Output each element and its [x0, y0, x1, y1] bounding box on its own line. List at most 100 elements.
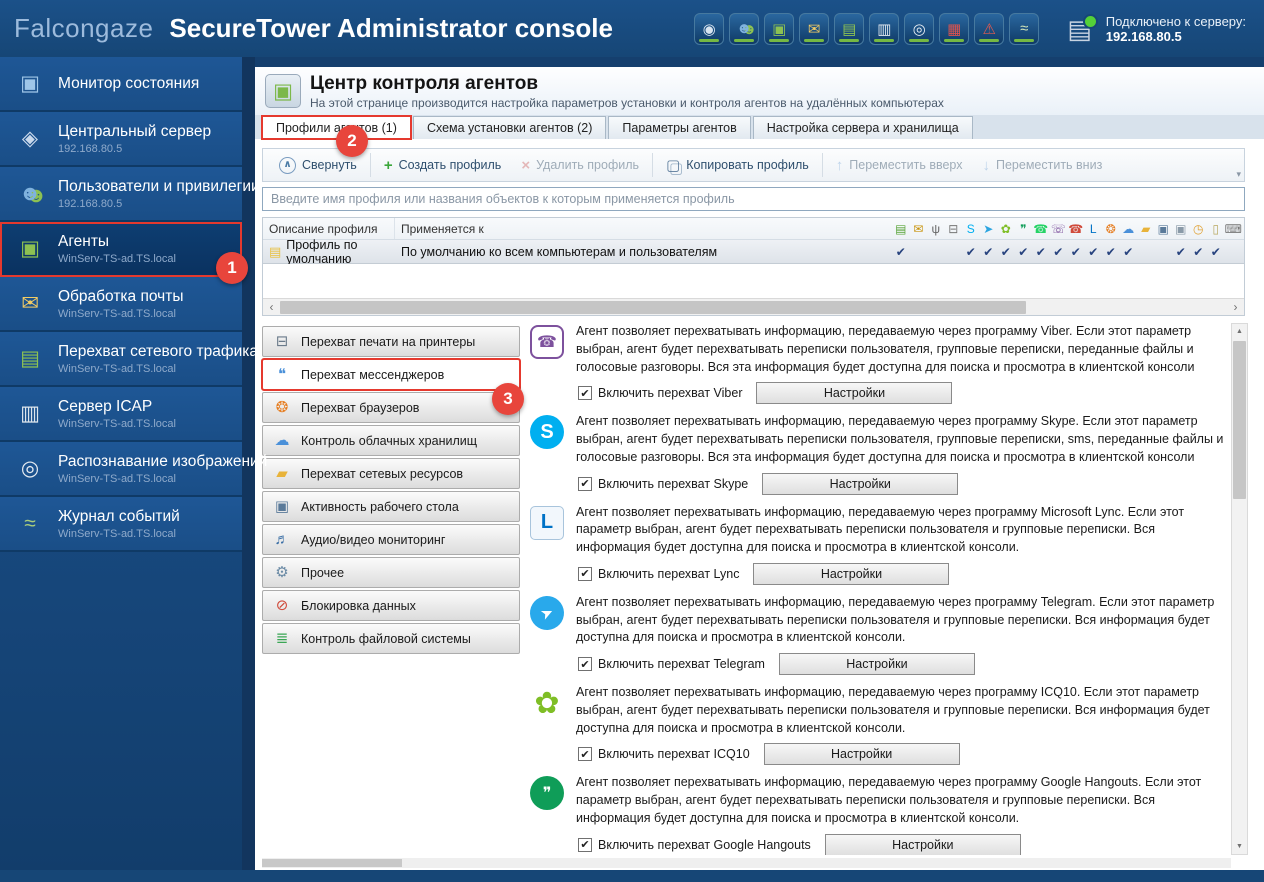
audio-video-monitoring-icon: ♬ — [272, 532, 292, 547]
enable-viber-checkbox[interactable]: ✔ — [578, 386, 592, 400]
agents-icon[interactable]: ▣ — [764, 13, 794, 45]
section-telegram: ➤Агент позволяет перехватывать информаци… — [530, 594, 1225, 675]
sidebar-item-central-server[interactable]: ◈Центральный сервер192.168.80.5 — [0, 112, 242, 167]
table-horizontal-scrollbar[interactable]: ‹ › — [263, 298, 1244, 315]
delete-profile-button: ×Удалить профиль — [511, 152, 649, 178]
usb-col-icon: ψ — [927, 223, 945, 235]
browser-interception-icon: ❂ — [272, 400, 292, 415]
feature-icon-columns: ▤✉ψ⊟S➤✿❞☎☏☎L❂☁▰▣▣◷▯⌨ — [892, 223, 1244, 235]
category-messenger-interception[interactable]: ❝Перехват мессенджеров — [262, 359, 520, 390]
calls-col-icon: ☎ — [1067, 223, 1085, 235]
desktop-col-icon: ▣ — [1155, 223, 1173, 235]
annotation-badge-3: 3 — [492, 383, 524, 415]
sidebar-item-image-recognition[interactable]: ◎Распознавание изображенийWinServ-TS-ad.… — [0, 442, 242, 497]
check-mark-clipboard-col-icon: ✔ — [1207, 245, 1225, 259]
lync-settings-button[interactable]: Настройки — [753, 563, 949, 585]
check-mark-cloud-col-icon: ✔ — [1120, 245, 1138, 259]
profiles-toolbar: ∧Свернуть+Создать профиль×Удалить профил… — [262, 148, 1245, 182]
agents-control-center-icon: ▣ — [265, 74, 301, 108]
status-monitor-icon: ▣ — [15, 73, 45, 94]
sidebar-item-events-journal[interactable]: ≈Журнал событийWinServ-TS-ad.TS.local — [0, 497, 242, 552]
sidebar-item-label: Сервер ICAP — [58, 398, 176, 416]
sidebar-item-users-privileges[interactable]: ☻Пользователи и привилегии192.168.80.5 — [0, 167, 242, 222]
section-icq10: ✿Агент позволяет перехватывать информаци… — [530, 684, 1225, 765]
sidebar-item-mail-processing[interactable]: ✉Обработка почтыWinServ-TS-ad.TS.local — [0, 277, 242, 332]
enable-icq10-checkbox[interactable]: ✔ — [578, 747, 592, 761]
image-recognition-icon[interactable]: ◎ — [904, 13, 934, 45]
central-server-icon[interactable]: ◉ — [694, 13, 724, 45]
create-profile-button[interactable]: +Создать профиль — [374, 152, 512, 178]
app-title: SecureTower Administrator console — [169, 13, 613, 44]
skype-settings-button[interactable]: Настройки — [762, 473, 958, 495]
sidebar-item-agents[interactable]: ▣АгентыWinServ-TS-ad.TS.local — [0, 222, 242, 277]
category-data-blocking[interactable]: ⊘Блокировка данных — [262, 590, 520, 621]
telegram-settings-button[interactable]: Настройки — [779, 653, 975, 675]
mail-processing-icon[interactable]: ✉ — [799, 13, 829, 45]
check-mark-remote-desktop-col-icon: ✔ — [1172, 245, 1190, 259]
table-row-default-profile[interactable]: ▤ Профиль по умолчанию По умолчанию ко в… — [263, 240, 1244, 264]
settings-vertical-scrollbar[interactable]: ▲ ▼ — [1231, 323, 1248, 855]
icq10-settings-button[interactable]: Настройки — [764, 743, 960, 765]
enable-google-hangouts-checkbox[interactable]: ✔ — [578, 838, 592, 852]
sidebar-item-icap-server[interactable]: ▥Сервер ICAPWinServ-TS-ad.TS.local — [0, 387, 242, 442]
browsers-col-icon: ❂ — [1102, 223, 1120, 235]
settings-horizontal-scrollbar[interactable] — [262, 858, 1231, 868]
network-traffic-icon-glyph: ▤ — [842, 20, 856, 38]
check-mark-calls-col-icon: ✔ — [1067, 245, 1085, 259]
check-mark-browsers-col-icon: ✔ — [1102, 245, 1120, 259]
category-label: Блокировка данных — [301, 599, 416, 613]
settings-horizontal-scroll-thumb[interactable] — [262, 859, 402, 867]
network-traffic-icon[interactable]: ▤ — [834, 13, 864, 45]
category-desktop-activity[interactable]: ▣Активность рабочего стола — [262, 491, 520, 522]
toolbar-button-label: Переместить вниз — [996, 158, 1102, 172]
vertical-scroll-thumb[interactable] — [1233, 341, 1246, 499]
profile-search-input[interactable] — [262, 187, 1245, 211]
users-privileges-icon: ☻ — [15, 183, 45, 204]
enable-lync-checkbox[interactable]: ✔ — [578, 567, 592, 581]
events-journal-icon[interactable]: ≈ — [1009, 13, 1039, 45]
tab-install-scheme[interactable]: Схема установки агентов (2) — [413, 116, 606, 139]
tab-agent-params[interactable]: Параметры агентов — [608, 116, 750, 139]
category-audio-video-monitoring[interactable]: ♬Аудио/видео мониторинг — [262, 524, 520, 555]
telegram-col-icon: ➤ — [980, 223, 998, 235]
sidebar-item-status-monitor[interactable]: ▣Монитор состояния — [0, 57, 242, 112]
category-file-system-control[interactable]: ≣Контроль файловой системы — [262, 623, 520, 654]
scroll-right-icon[interactable]: › — [1227, 299, 1244, 315]
viber-settings-button[interactable]: Настройки — [756, 382, 952, 404]
category-network-resources-interception[interactable]: ▰Перехват сетевых ресурсов — [262, 458, 520, 489]
scroll-up-icon[interactable]: ▲ — [1232, 324, 1247, 339]
tab-server-storage[interactable]: Настройка сервера и хранилища — [753, 116, 973, 139]
clipboard-col-icon: ▯ — [1207, 223, 1225, 235]
horizontal-scroll-thumb[interactable] — [280, 301, 1026, 314]
enable-icq10-label: Включить перехват ICQ10 — [598, 747, 750, 761]
copy-profile-button[interactable]: ▢Копировать профиль — [656, 152, 819, 178]
profile-doc-icon: ▤ — [269, 244, 281, 260]
scroll-left-icon[interactable]: ‹ — [263, 299, 280, 315]
column-applies-to[interactable]: Применяется к — [395, 218, 875, 239]
profile-search — [262, 187, 1245, 211]
scroll-down-icon[interactable]: ▼ — [1232, 839, 1247, 854]
events-journal-icon-glyph: ≈ — [1020, 20, 1028, 37]
enable-telegram-checkbox[interactable]: ✔ — [578, 657, 592, 671]
category-label: Контроль облачных хранилищ — [301, 434, 477, 448]
security-alerts-icon[interactable]: ⚠ — [974, 13, 1004, 45]
reports-icon[interactable]: ▦ — [939, 13, 969, 45]
toolbar-overflow-icon[interactable]: ▾ — [1236, 169, 1241, 180]
sidebar-item-subtitle: WinServ-TS-ad.TS.local — [58, 253, 176, 265]
column-profile-description[interactable]: Описание профиля — [263, 218, 395, 239]
sidebar-item-traffic-interception[interactable]: ▤Перехват сетевого трафикаWinServ-TS-ad.… — [0, 332, 242, 387]
users-privileges-icon[interactable]: ☻ — [729, 13, 759, 45]
google-hangouts-settings-button[interactable]: Настройки — [825, 834, 1021, 856]
category-cloud-storage-control[interactable]: ☁Контроль облачных хранилищ — [262, 425, 520, 456]
icap-server-icon[interactable]: ▥ — [869, 13, 899, 45]
profile-name: Профиль по умолчанию — [286, 238, 395, 266]
enable-skype-checkbox[interactable]: ✔ — [578, 477, 592, 491]
enable-viber-label: Включить перехват Viber — [598, 386, 742, 400]
sidebar-item-subtitle: WinServ-TS-ad.TS.local — [58, 528, 180, 540]
category-browser-interception[interactable]: ❂Перехват браузеров — [262, 392, 520, 423]
category-printer-interception[interactable]: ⊟Перехват печати на принтеры — [262, 326, 520, 357]
enable-skype-label: Включить перехват Skype — [598, 477, 748, 491]
toolbar-button-label: Свернуть — [302, 158, 357, 172]
other-icon: ⚙ — [272, 565, 292, 580]
category-other[interactable]: ⚙Прочее — [262, 557, 520, 588]
